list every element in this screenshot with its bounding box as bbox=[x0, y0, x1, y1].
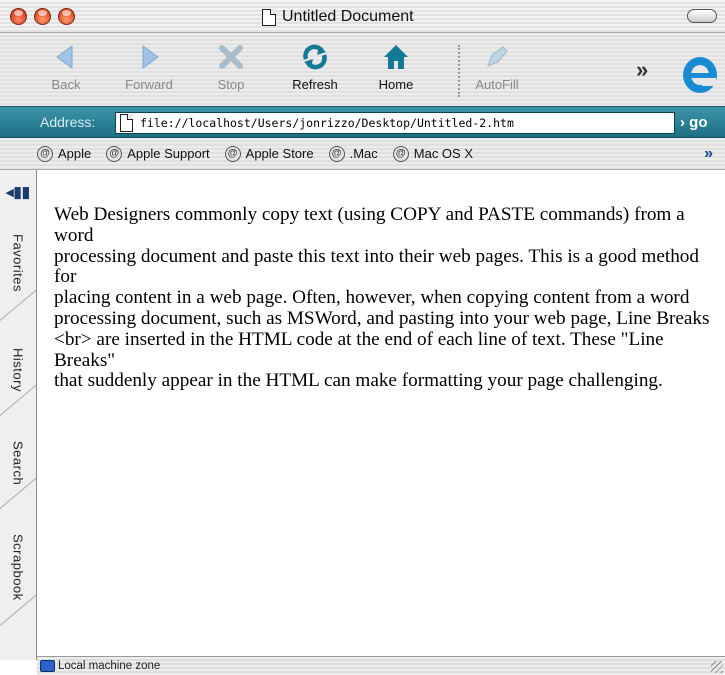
sidebar-tab-label: Scrapbook bbox=[10, 534, 26, 601]
status-bar: Local machine zone bbox=[37, 656, 725, 675]
refresh-label: Refresh bbox=[292, 77, 338, 92]
explorer-sidebar: ◂▮▮ Favorites History Search Scrapbook bbox=[0, 170, 37, 660]
document-icon bbox=[262, 8, 276, 26]
forward-label: Forward bbox=[125, 77, 173, 92]
zoom-window-button[interactable] bbox=[58, 8, 75, 25]
favorite-apple-store[interactable]: @ Apple Store bbox=[224, 145, 314, 162]
resize-grip-icon[interactable] bbox=[711, 661, 723, 673]
autofill-pen-icon bbox=[487, 46, 508, 67]
window-title-text: Untitled Document bbox=[282, 8, 414, 25]
sidebar-tab-search[interactable]: Search bbox=[0, 428, 36, 498]
at-sign-icon: @ bbox=[224, 145, 241, 162]
refresh-button[interactable]: Refresh bbox=[283, 39, 347, 101]
toolbar: Back Forward Stop Refresh Home AutoFill … bbox=[0, 33, 725, 106]
back-label: Back bbox=[51, 77, 81, 92]
stop-button[interactable]: Stop bbox=[211, 39, 251, 101]
favorite-mac-os-x[interactable]: @ Mac OS X bbox=[392, 145, 474, 162]
home-label: Home bbox=[378, 77, 414, 92]
forward-button[interactable]: Forward bbox=[117, 39, 181, 101]
internet-explorer-logo-icon bbox=[683, 57, 717, 93]
address-field[interactable] bbox=[115, 112, 675, 134]
close-window-button[interactable] bbox=[10, 8, 27, 25]
zone-label: Local machine zone bbox=[58, 660, 161, 672]
browser-window: Untitled Document Back Forward Stop Refr… bbox=[0, 0, 725, 675]
at-sign-icon: @ bbox=[392, 145, 409, 162]
page-document-icon bbox=[120, 114, 133, 132]
toolbar-toggle-button[interactable] bbox=[687, 9, 717, 23]
at-sign-icon: @ bbox=[37, 145, 53, 162]
address-bar: Address: › go bbox=[0, 106, 725, 138]
favorite-apple-support[interactable]: @ Apple Support bbox=[106, 145, 210, 162]
refresh-arrows-icon bbox=[303, 44, 327, 70]
title-bar[interactable]: Untitled Document bbox=[0, 0, 725, 33]
favorite-label: Mac OS X bbox=[413, 146, 474, 161]
autofill-label: AutoFill bbox=[475, 77, 519, 92]
minimize-window-button[interactable] bbox=[34, 8, 51, 25]
sidebar-tab-label: Search bbox=[10, 440, 26, 486]
text-line: Web Designers commonly copy text (using … bbox=[54, 204, 685, 246]
favorite-label: .Mac bbox=[349, 146, 378, 161]
back-arrow-icon bbox=[56, 45, 73, 69]
text-line: <br> are inserted in the HTML code at th… bbox=[54, 328, 664, 371]
sidebar-toggle-icon[interactable]: ◂▮▮ bbox=[6, 183, 30, 201]
text-line: placing content in a web page. Often, ho… bbox=[54, 287, 690, 309]
forward-arrow-icon bbox=[142, 45, 159, 69]
at-sign-icon: @ bbox=[106, 145, 123, 162]
url-input[interactable] bbox=[140, 116, 660, 130]
stop-x-icon bbox=[219, 45, 243, 69]
stop-label: Stop bbox=[217, 77, 245, 92]
favorite-label: Apple Support bbox=[127, 146, 210, 161]
address-label: Address: bbox=[40, 114, 96, 130]
text-line: processing document and paste this text … bbox=[54, 245, 699, 288]
go-button[interactable]: › go bbox=[680, 114, 708, 131]
back-button[interactable]: Back bbox=[46, 39, 86, 101]
toolbar-separator bbox=[458, 45, 460, 97]
computer-zone-icon bbox=[40, 660, 55, 672]
favorite-apple[interactable]: @ Apple bbox=[37, 145, 92, 162]
text-line: processing document, such as MSWord, and… bbox=[54, 307, 710, 329]
page-content: Web Designers commonly copy text (using … bbox=[37, 170, 725, 656]
autofill-button[interactable]: AutoFill bbox=[467, 39, 527, 101]
text-line: that suddenly appear in the HTML can mak… bbox=[54, 370, 663, 392]
sidebar-tab-history[interactable]: History bbox=[0, 335, 36, 405]
favorite-mac[interactable]: @ .Mac bbox=[328, 145, 378, 162]
favorites-bar: @ Apple @ Apple Support @ Apple Store @ .Mac… bbox=[0, 138, 725, 170]
sidebar-tab-label: History bbox=[10, 348, 26, 392]
favorite-label: Apple Store bbox=[245, 146, 314, 161]
home-icon bbox=[384, 45, 408, 69]
home-button[interactable]: Home bbox=[371, 39, 421, 101]
sidebar-tab-scrapbook[interactable]: Scrapbook bbox=[0, 520, 36, 615]
sidebar-tab-label: Favorites bbox=[10, 234, 26, 292]
body-paragraph: Web Designers commonly copy text (using … bbox=[54, 204, 714, 392]
favorite-label: Apple bbox=[58, 146, 92, 161]
favorites-overflow-chevron-icon[interactable]: » bbox=[704, 145, 713, 163]
toolbar-overflow-chevron-icon[interactable]: » bbox=[636, 57, 648, 83]
window-title: Untitled Document bbox=[262, 6, 414, 28]
at-sign-icon: @ bbox=[328, 145, 345, 162]
